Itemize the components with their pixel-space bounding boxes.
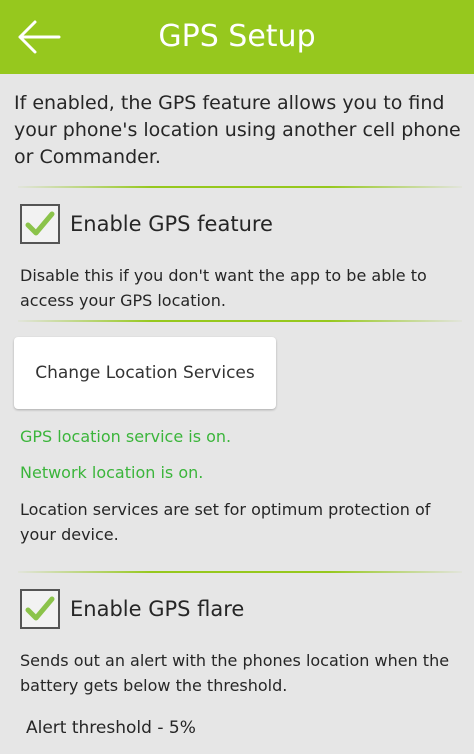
enable-gps-feature-label: Enable GPS feature (70, 212, 273, 236)
back-arrow-icon (18, 20, 61, 54)
enable-gps-feature-row[interactable]: Enable GPS feature (20, 201, 273, 247)
gps-feature-description: Disable this if you don't want the app t… (20, 266, 427, 310)
app-header: GPS Setup (0, 0, 474, 74)
enable-gps-flare-label: Enable GPS flare (70, 597, 245, 621)
enable-gps-flare-row[interactable]: Enable GPS flare (20, 586, 244, 632)
checkmark-icon (25, 596, 55, 621)
alert-threshold-label[interactable]: Alert threshold - 5% (26, 718, 196, 738)
enable-gps-flare-checkbox[interactable] (20, 589, 60, 629)
page-title: GPS Setup (158, 19, 316, 54)
divider (18, 571, 462, 573)
gps-status-text: GPS location service is on. (20, 427, 232, 446)
change-location-services-button[interactable]: Change Location Services (14, 337, 276, 409)
network-status-text: Network location is on. (20, 463, 204, 482)
enable-gps-feature-checkbox[interactable] (20, 204, 60, 244)
checkmark-icon (25, 211, 55, 236)
location-services-summary: Location services are set for optimum pr… (20, 500, 431, 544)
divider (18, 186, 462, 188)
gps-flare-description: Sends out an alert with the phones locat… (20, 651, 450, 695)
intro-text: If enabled, the GPS feature allows you t… (14, 92, 461, 168)
back-button[interactable] (10, 14, 66, 60)
divider (18, 320, 462, 322)
